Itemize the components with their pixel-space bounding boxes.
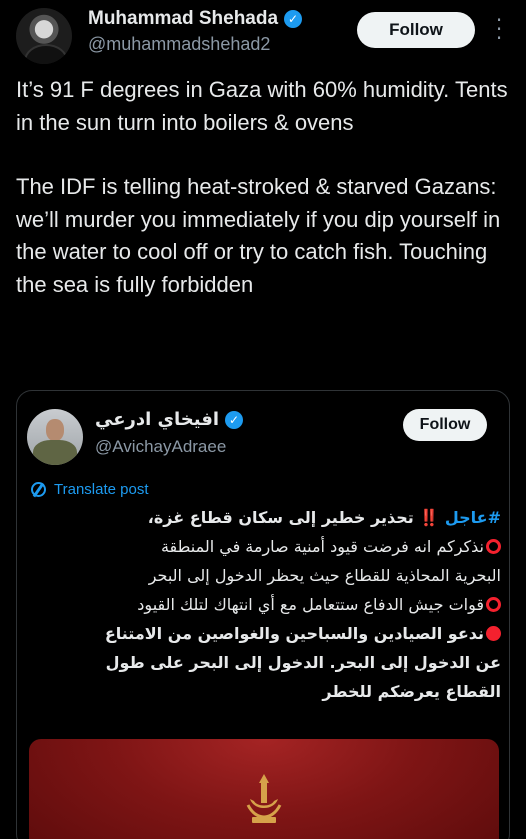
- quoted-follow-button[interactable]: Follow: [403, 409, 487, 441]
- idf-emblem-icon: [246, 774, 282, 823]
- quoted-line: ندعو الصيادين والسباحين والغواصين من الا…: [27, 619, 501, 648]
- more-options-icon[interactable]: · · ·: [492, 10, 506, 48]
- follow-button[interactable]: Follow: [357, 12, 475, 48]
- translate-post-link[interactable]: Translate post: [31, 481, 149, 498]
- verified-badge-icon: ✓: [225, 410, 244, 429]
- red-circle-emoji-icon: [486, 626, 501, 641]
- author-display-name[interactable]: Muhammad Shehada: [88, 8, 278, 30]
- quoted-post-text: #عاجل ‼️ تحذير خطير إلى سكان قطاع غزة، ن…: [27, 503, 501, 706]
- quoted-line: #عاجل ‼️ تحذير خطير إلى سكان قطاع غزة،: [27, 503, 501, 532]
- quoted-author-handle[interactable]: @AvichayAdraee: [95, 437, 226, 457]
- quoted-line: القطاع يعرضكم للخطر: [322, 682, 501, 701]
- quoted-post[interactable]: افيخاي ادرعي ✓ @AvichayAdraee Follow Tra…: [16, 390, 510, 839]
- quoted-line-text: قوات جيش الدفاع ستتعامل مع أي انتهاك لتل…: [137, 595, 484, 614]
- avatar-head-shape: [46, 419, 64, 441]
- quoted-author-avatar[interactable]: [27, 409, 83, 465]
- author-handle[interactable]: @muhammadshehad2: [88, 34, 270, 55]
- tweet-paragraph: It’s 91 F degrees in Gaza with 60% humid…: [16, 77, 508, 135]
- red-ring-emoji-icon: [486, 597, 501, 612]
- verified-badge-icon: ✓: [284, 10, 303, 28]
- quoted-line: البحرية المحاذية للقطاع حيث يحظر الدخول …: [148, 566, 501, 585]
- quoted-author-name-row: افيخاي ادرعي ✓: [95, 409, 244, 430]
- quoted-line-text: تحذير خطير إلى سكان قطاع غزة،: [147, 508, 414, 527]
- avatar-body-shape: [33, 440, 77, 465]
- author-name-row: Muhammad Shehada ✓: [88, 8, 303, 30]
- quoted-line: قوات جيش الدفاع ستتعامل مع أي انتهاك لتل…: [27, 590, 501, 619]
- translate-icon: [31, 482, 46, 497]
- quoted-line: نذكركم انه فرضت قيود أمنية صارمة في المن…: [27, 532, 501, 561]
- tweet-header: Muhammad Shehada ✓ @muhammadshehad2 Foll…: [0, 0, 526, 64]
- tweet-text: It’s 91 F degrees in Gaza with 60% humid…: [16, 74, 516, 301]
- double-exclamation-emoji: ‼️: [419, 508, 440, 527]
- quoted-line-text: نذكركم انه فرضت قيود أمنية صارمة في المن…: [160, 537, 484, 556]
- author-avatar[interactable]: [16, 8, 72, 64]
- hashtag-link[interactable]: #عاجل: [445, 508, 501, 527]
- translate-post-label: Translate post: [54, 481, 149, 498]
- quoted-media-card[interactable]: [29, 739, 499, 839]
- tweet-paragraph: The IDF is telling heat-stroked & starve…: [16, 174, 501, 297]
- red-ring-emoji-icon: [486, 539, 501, 554]
- quoted-line-text: ندعو الصيادين والسباحين والغواصين من الا…: [104, 624, 484, 643]
- quoted-line: عن الدخول إلى البحر. الدخول إلى البحر عل…: [105, 653, 501, 672]
- quoted-author-name[interactable]: افيخاي ادرعي: [95, 409, 219, 430]
